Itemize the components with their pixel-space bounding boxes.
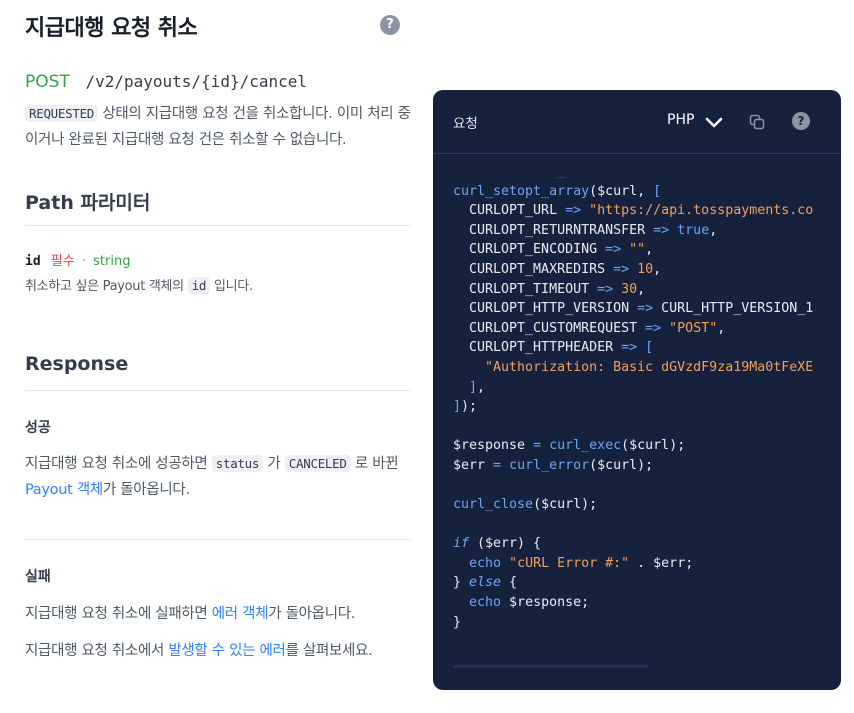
code-panel-title: 요청 bbox=[453, 116, 478, 132]
code-line: echo "cURL Error #:" . $err; bbox=[469, 555, 694, 571]
code-panel-header: 요청 PHP ? bbox=[433, 90, 841, 154]
code-line: CURLOPT_HTTP_VERSION => CURL_HTTP_VERSIO… bbox=[453, 301, 814, 317]
payout-object-link[interactable]: Payout 객체 bbox=[25, 482, 103, 498]
code-line: } else { bbox=[453, 575, 518, 591]
code-line: } bbox=[453, 614, 462, 630]
code-line: CURLOPT_HTTPHEADER => [ bbox=[453, 340, 654, 356]
param-type: string bbox=[93, 254, 131, 269]
param-desc-code: id bbox=[187, 277, 211, 294]
status-field-code: status bbox=[211, 455, 264, 472]
error-object-link[interactable]: 에러 객체 bbox=[212, 606, 269, 622]
success-text: 지급대행 요청 취소에 성공하면 status 가 CANCELED 로 바뀐 … bbox=[25, 451, 411, 503]
fail-text-part: 가 돌아옵니다. bbox=[268, 606, 356, 622]
http-method: POST bbox=[25, 72, 70, 92]
horizontal-scrollbar[interactable] bbox=[453, 665, 649, 668]
status-code-badge: REQUESTED bbox=[25, 105, 99, 122]
fail-text-part: 지급대행 요청 취소에 실패하면 bbox=[25, 606, 212, 622]
code-line: CURLOPT_ENCODING => "", bbox=[453, 242, 654, 258]
code-line: if ($err) { bbox=[453, 536, 542, 552]
param-description: 취소하고 싶은 Payout 객체의 id 입니다. bbox=[25, 275, 253, 294]
code-line: CURLOPT_MAXREDIRS => 10, bbox=[453, 261, 662, 277]
code-line: CURLOPT_URL => "https://api.tosspayments… bbox=[453, 203, 814, 219]
param-desc-text: 취소하고 싶은 Payout 객체의 bbox=[25, 279, 188, 294]
param-id: id 필수 · string bbox=[25, 250, 130, 269]
page-title: 지급대행 요청 취소 bbox=[25, 16, 198, 41]
required-badge: 필수 bbox=[50, 254, 75, 269]
code-line: curl_close($curl); bbox=[453, 497, 598, 513]
language-selector[interactable]: PHP bbox=[667, 112, 694, 128]
success-text-part: 가 돌아옵니다. bbox=[102, 482, 190, 498]
fail-heading: 실패 bbox=[25, 569, 51, 585]
code-line: curl_setopt_array($curl, [ bbox=[453, 183, 662, 199]
param-name: id bbox=[25, 254, 41, 269]
fail-errors-text: 지급대행 요청 취소에서 발생할 수 있는 에러를 살펴보세요. bbox=[25, 638, 411, 664]
code-line: CURLOPT_CUSTOMREQUEST => "POST", bbox=[453, 320, 726, 336]
help-icon[interactable]: ? bbox=[792, 112, 810, 130]
possible-errors-link[interactable]: 발생할 수 있는 에러 bbox=[168, 643, 286, 659]
code-line: "Authorization: Basic dGVzdF9za19Ma0tFeX… bbox=[485, 359, 814, 375]
separator: · bbox=[81, 254, 86, 269]
success-heading: 성공 bbox=[25, 420, 51, 436]
endpoint-description: REQUESTED 상태의 지급대행 요청 건을 취소합니다. 이미 처리 중이… bbox=[25, 101, 411, 153]
endpoint: POST /v2/payouts/{id}/cancel bbox=[25, 72, 307, 92]
success-text-part: 로 바뀐 bbox=[350, 456, 399, 472]
canceled-status-code: CANCELED bbox=[284, 455, 351, 472]
divider bbox=[25, 539, 411, 540]
divider bbox=[25, 390, 411, 391]
code-block: _ curl_setopt_array($curl, [ CURLOPT_URL … bbox=[453, 162, 829, 672]
code-line: ]); bbox=[453, 399, 478, 415]
divider bbox=[25, 225, 411, 226]
code-fold-marker: _ bbox=[453, 164, 566, 179]
code-line: CURLOPT_TIMEOUT => 30, bbox=[453, 281, 646, 297]
code-line: CURLOPT_RETURNTRANSFER => true, bbox=[453, 222, 718, 238]
success-text-part: 가 bbox=[263, 456, 285, 472]
code-line: echo $response; bbox=[469, 595, 590, 611]
fail-text: 지급대행 요청 취소에 실패하면 에러 객체가 돌아옵니다. bbox=[25, 601, 411, 627]
endpoint-path: /v2/payouts/{id}/cancel bbox=[85, 72, 308, 91]
code-line: ], bbox=[469, 379, 486, 395]
code-panel: 요청 PHP ? _ curl_setopt_array($curl, [ CUR… bbox=[433, 90, 841, 690]
copy-icon[interactable] bbox=[749, 114, 765, 134]
code-line: $response = curl_exec($curl); bbox=[453, 438, 686, 454]
fail-text-part: 지급대행 요청 취소에서 bbox=[25, 643, 169, 659]
param-desc-text-end: 입니다. bbox=[210, 279, 253, 294]
response-heading: Response bbox=[25, 353, 129, 375]
fail-text-part: 를 살펴보세요. bbox=[285, 643, 373, 659]
success-text-part: 지급대행 요청 취소에 성공하면 bbox=[25, 456, 212, 472]
path-params-heading: Path 파라미터 bbox=[25, 192, 151, 214]
code-line: $err = curl_error($curl); bbox=[453, 457, 654, 473]
help-icon[interactable]: ? bbox=[380, 15, 400, 35]
chevron-down-icon[interactable] bbox=[705, 114, 723, 133]
